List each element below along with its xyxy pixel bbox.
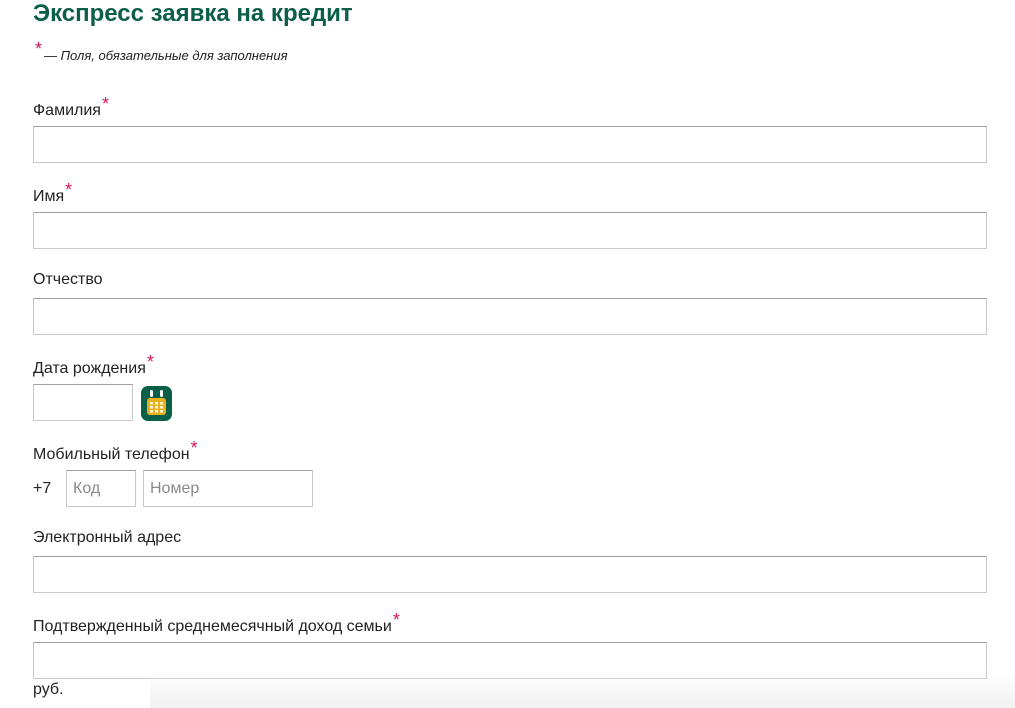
required-marker: * — [65, 180, 73, 200]
middle-name-label-text: Отчество — [33, 271, 103, 288]
phone-code-input[interactable] — [66, 470, 136, 507]
income-label-text: Подтвержденный среднемесячный доход семь… — [33, 618, 392, 635]
required-marker: * — [101, 94, 109, 114]
first-name-label: Имя* — [33, 180, 72, 206]
required-marker: * — [190, 438, 198, 458]
birth-date-input[interactable] — [33, 384, 133, 421]
income-label: Подтвержденный среднемесячный доход семь… — [33, 610, 400, 636]
required-marker: * — [35, 39, 43, 59]
last-name-label: Фамилия* — [33, 94, 109, 120]
required-marker: * — [146, 352, 154, 372]
income-input[interactable] — [33, 642, 987, 679]
last-name-input[interactable] — [33, 126, 987, 163]
calendar-icon — [147, 390, 166, 415]
income-unit: руб. — [33, 681, 64, 698]
email-label-text: Электронный адрес — [33, 529, 182, 546]
required-fields-note: * — Поля, обязательные для заполнения — [35, 39, 288, 65]
last-name-label-text: Фамилия — [33, 102, 101, 119]
required-note-text: — Поля, обязательные для заполнения — [44, 48, 288, 63]
mobile-phone-label-text: Мобильный телефон — [33, 446, 190, 463]
middle-name-input[interactable] — [33, 298, 987, 335]
middle-name-label: Отчество — [33, 271, 103, 289]
birth-date-label-text: Дата рождения — [33, 360, 146, 377]
email-input[interactable] — [33, 556, 987, 593]
country-code-prefix: +7 — [33, 480, 52, 497]
email-label: Электронный адрес — [33, 529, 181, 547]
calendar-button[interactable] — [141, 386, 172, 421]
phone-number-input[interactable] — [143, 470, 313, 507]
first-name-label-text: Имя — [33, 188, 65, 205]
first-name-input[interactable] — [33, 212, 987, 249]
birth-date-label: Дата рождения* — [33, 352, 154, 378]
required-marker: * — [392, 610, 400, 630]
mobile-phone-label: Мобильный телефон* — [33, 438, 198, 464]
page-title: Экспресс заявка на кредит — [33, 0, 353, 27]
